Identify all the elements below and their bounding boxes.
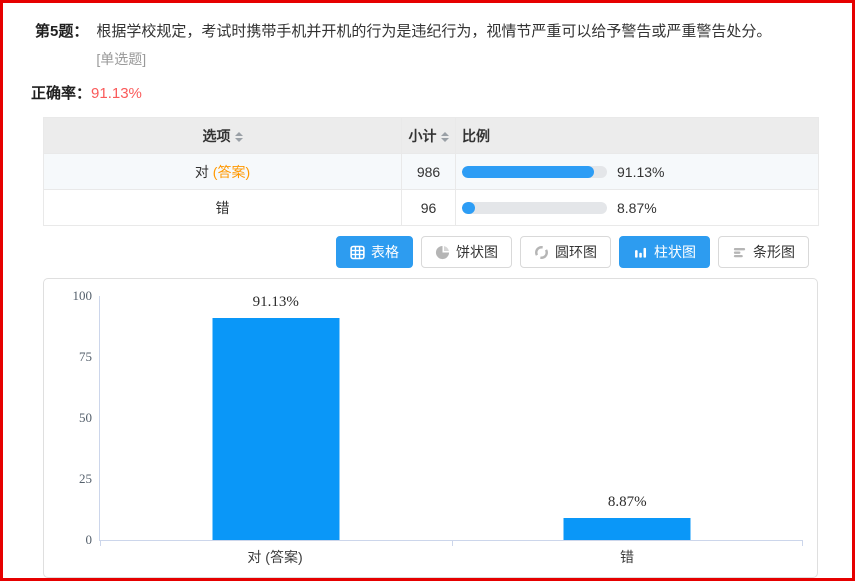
sort-icon[interactable]	[235, 132, 243, 142]
pie-chart-button[interactable]: 饼状图	[421, 236, 512, 268]
table-row: 对 (答案) 986 91.13%	[44, 154, 819, 190]
chart-bar	[212, 318, 339, 540]
hbar-icon	[732, 245, 747, 260]
x-axis-labels: 对 (答案) 错	[99, 547, 803, 567]
y-axis-tick: 25	[58, 471, 92, 487]
question-text: 根据学校规定，考试时携带手机并开机的行为是违纪行为，视情节严重可以给予警告或严重…	[96, 21, 771, 43]
question-body: 根据学校规定，考试时携带手机并开机的行为是违纪行为，视情节严重可以给予警告或严重…	[96, 21, 771, 70]
ratio-cell: 8.87%	[456, 190, 819, 226]
progress-fill	[462, 202, 475, 214]
bar-column: 91.13%	[100, 296, 452, 540]
chart-plot-area: 100 75 50 25 0 91.13% 8.87%	[99, 296, 803, 541]
count-cell: 986	[402, 154, 456, 190]
table-view-button[interactable]: 表格	[336, 236, 413, 268]
percent-label: 8.87%	[617, 200, 657, 216]
x-axis-tick	[452, 541, 453, 546]
progress-track	[462, 166, 607, 178]
count-cell: 96	[402, 190, 456, 226]
page-frame: 第5题： 根据学校规定，考试时携带手机并开机的行为是违纪行为，视情节严重可以给予…	[0, 0, 855, 581]
category-label: 错	[451, 547, 803, 567]
table-icon	[350, 245, 365, 260]
table-row: 错 96 8.87%	[44, 190, 819, 226]
x-axis-tick	[802, 541, 803, 546]
hbar-chart-button[interactable]: 条形图	[718, 236, 809, 268]
table-header-row: 选项 小计 比例	[44, 118, 819, 154]
y-axis-tick: 100	[58, 288, 92, 304]
answer-tag: (答案)	[213, 164, 250, 180]
category-label: 对 (答案)	[99, 547, 451, 567]
percent-label: 91.13%	[617, 164, 664, 180]
accuracy-row: 正确率：91.13%	[31, 82, 852, 103]
column-icon	[633, 245, 648, 260]
header-count[interactable]: 小计	[402, 118, 456, 154]
progress-track	[462, 202, 607, 214]
option-cell: 错	[44, 190, 402, 226]
chart-type-toolbar: 表格 饼状图 圆环图 柱状图 条形图	[3, 236, 809, 268]
y-axis-tick: 50	[58, 410, 92, 426]
header-option[interactable]: 选项	[44, 118, 402, 154]
sort-icon[interactable]	[441, 132, 449, 142]
ratio-cell: 91.13%	[456, 154, 819, 190]
bar-value-label: 91.13%	[253, 294, 299, 311]
bar-chart: 100 75 50 25 0 91.13% 8.87% 对 (答案) 错	[43, 278, 818, 578]
column-chart-button[interactable]: 柱状图	[619, 236, 710, 268]
x-axis-tick	[100, 541, 101, 546]
donut-chart-button[interactable]: 圆环图	[520, 236, 611, 268]
donut-icon	[534, 245, 549, 260]
option-cell: 对 (答案)	[44, 154, 402, 190]
question-number: 第5题：	[35, 21, 88, 70]
progress-fill	[462, 166, 594, 178]
results-table: 选项 小计 比例 对 (答案) 986 91.13%	[43, 117, 819, 226]
question-type-tag: [单选题]	[96, 48, 771, 70]
bar-value-label: 8.87%	[608, 494, 647, 511]
header-ratio: 比例	[456, 118, 819, 154]
question-header: 第5题： 根据学校规定，考试时携带手机并开机的行为是违纪行为，视情节严重可以给予…	[35, 21, 852, 70]
accuracy-value: 91.13%	[91, 85, 142, 102]
y-axis-tick: 75	[58, 349, 92, 365]
chart-bar	[564, 518, 691, 540]
pie-icon	[435, 245, 450, 260]
bar-column: 8.87%	[452, 296, 804, 540]
y-axis-tick: 0	[58, 532, 92, 548]
accuracy-label: 正确率：	[31, 85, 91, 102]
